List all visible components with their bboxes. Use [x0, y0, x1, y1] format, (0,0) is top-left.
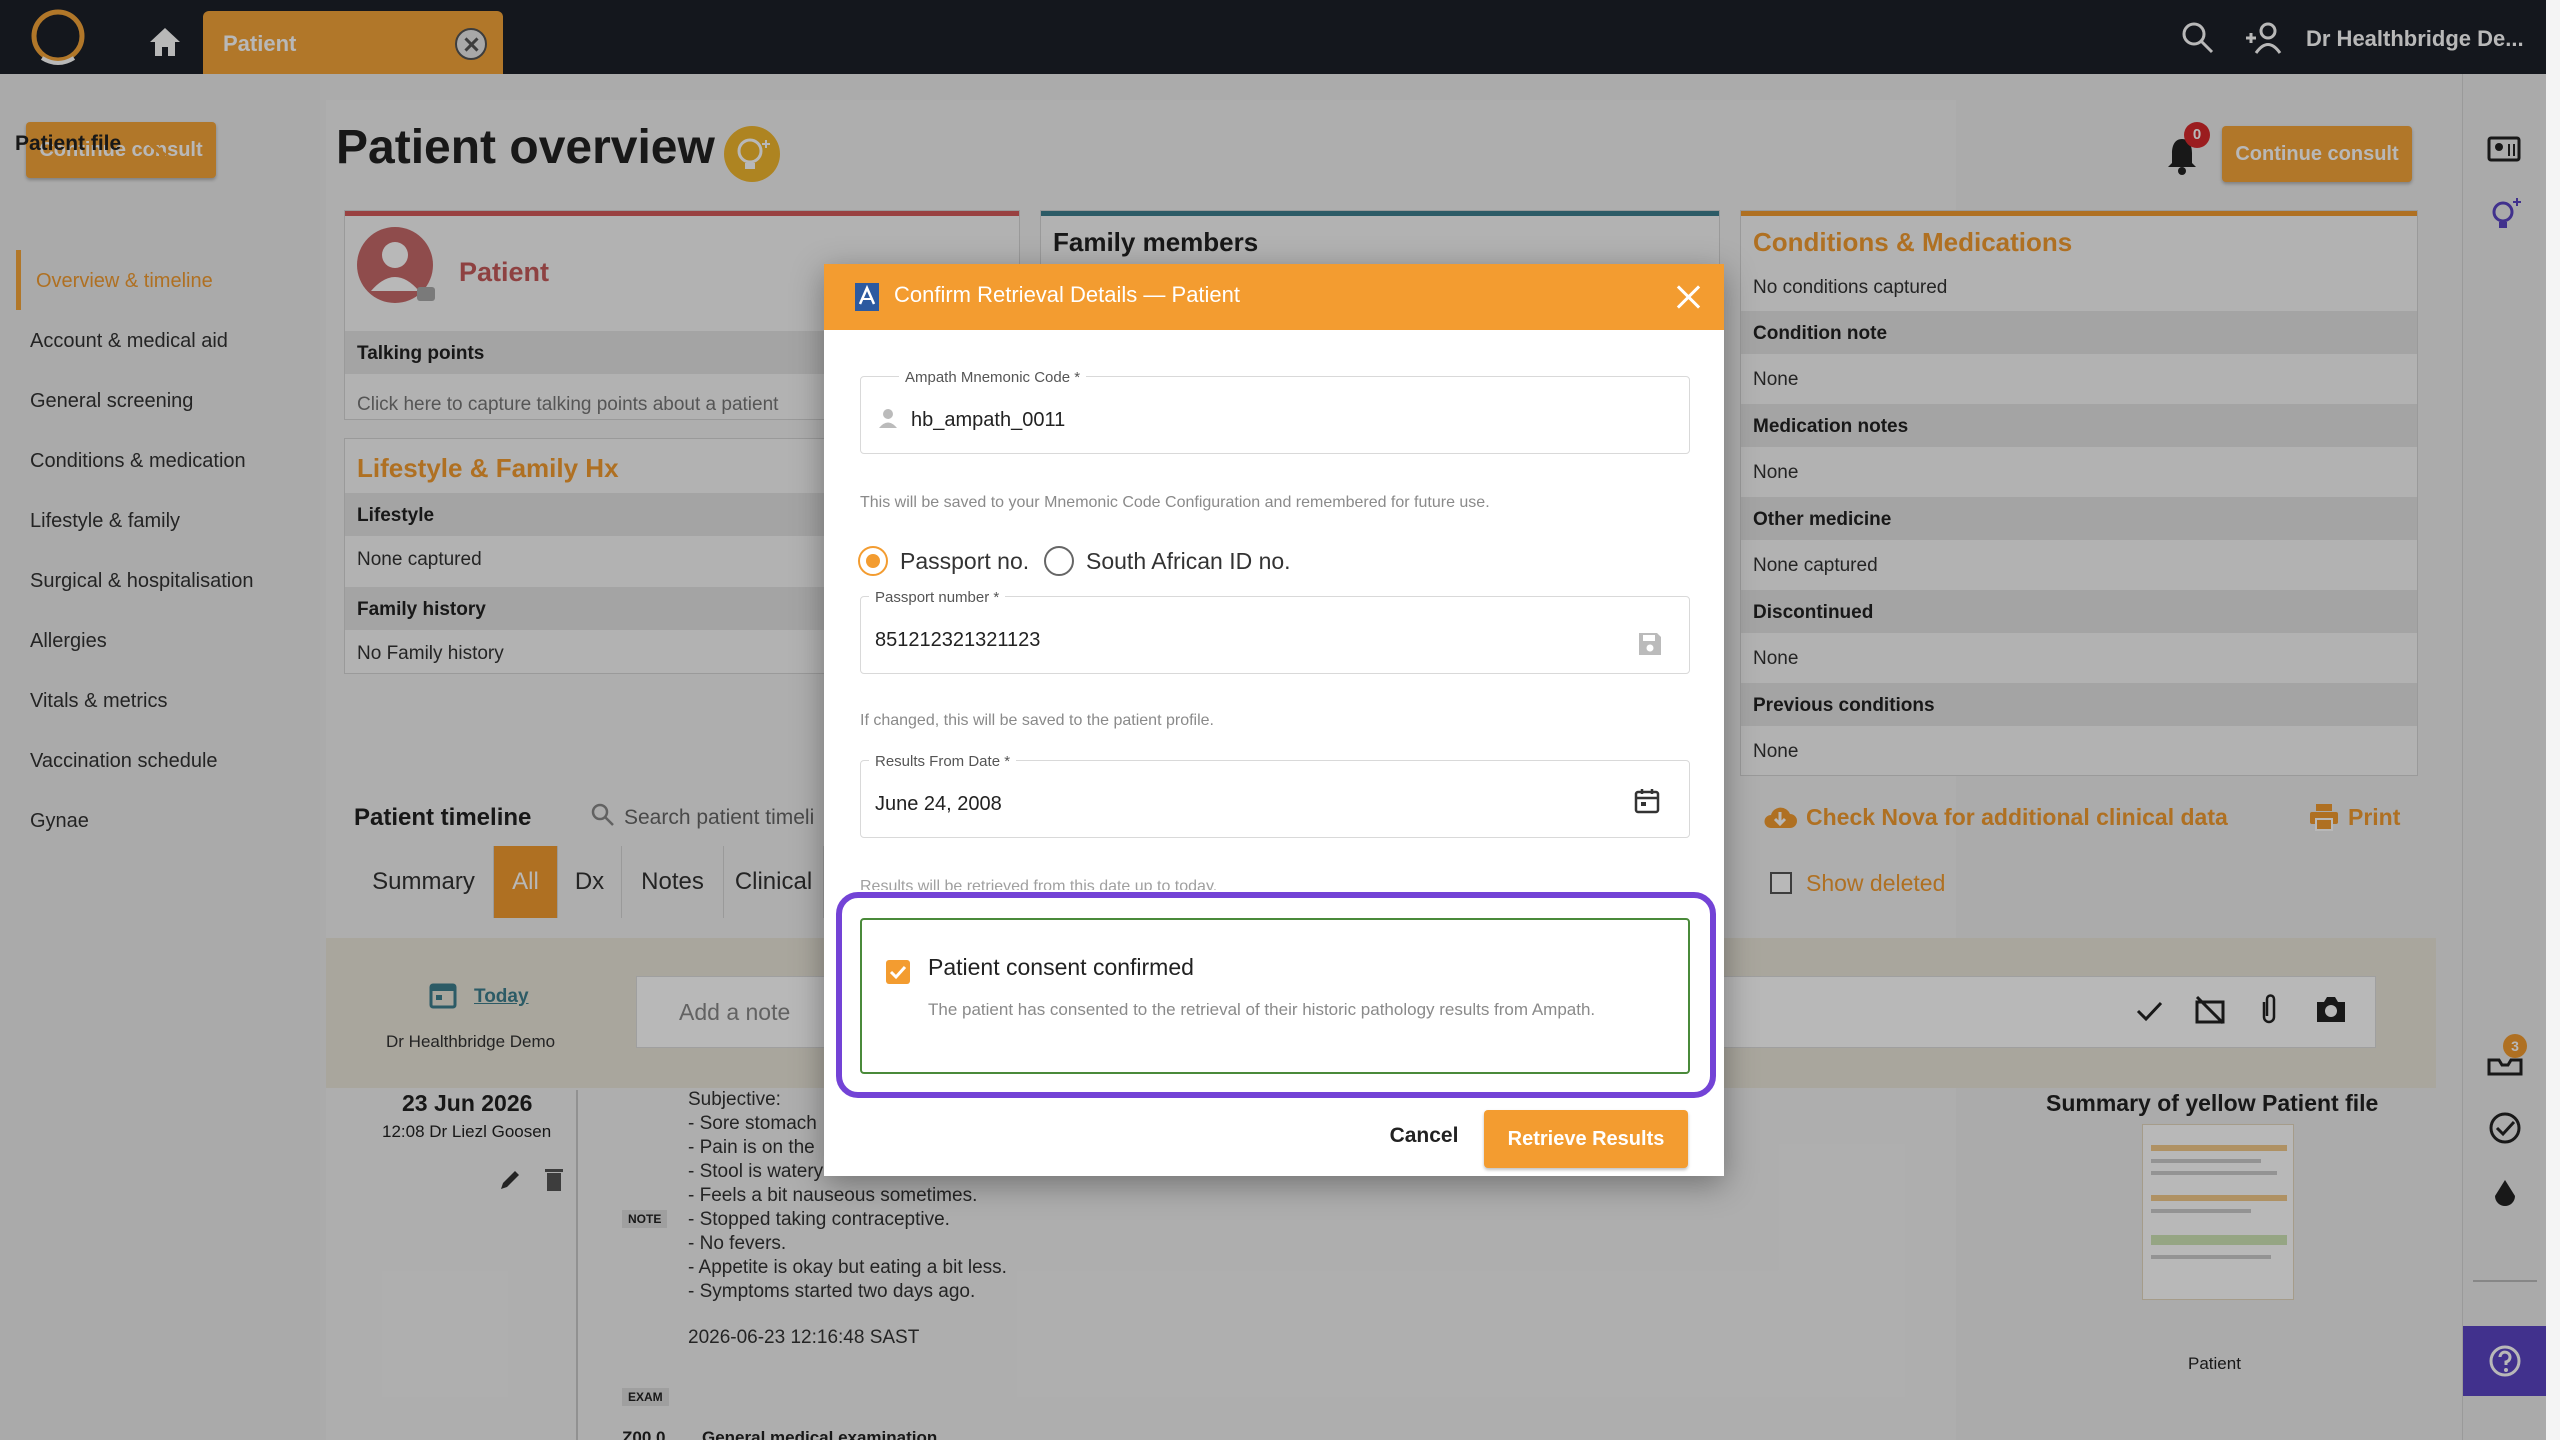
results-from-date-field[interactable]: Results From Date * June 24, 2008 [860, 753, 1690, 838]
sa-id-radio-label[interactable]: South African ID no. [1086, 548, 1291, 575]
results-from-date-label: Results From Date * [869, 753, 1017, 770]
date-help-text: Results will be retrieved from this date… [860, 878, 1218, 890]
results-from-date-value: June 24, 2008 [875, 793, 1002, 815]
mnemonic-code-label: Ampath Mnemonic Code * [899, 369, 1087, 386]
sa-id-radio[interactable] [1044, 546, 1074, 576]
mnemonic-code-value: hb_ampath_0011 [911, 409, 1066, 431]
passport-radio-label[interactable]: Passport no. [900, 548, 1029, 575]
ampath-logo-icon [855, 283, 879, 311]
consent-highlight [836, 892, 1716, 1098]
mnemonic-code-field[interactable]: Ampath Mnemonic Code * hb_ampath_0011 [860, 369, 1690, 454]
passport-number-field[interactable]: Passport number * 851212321321123 [860, 589, 1690, 674]
dialog-header: Confirm Retrieval Details — Patient [824, 264, 1724, 330]
page-scrollbar[interactable] [2546, 0, 2560, 1440]
calendar-icon[interactable] [1633, 787, 1661, 815]
passport-number-value: 851212321321123 [875, 629, 1041, 651]
passport-number-label: Passport number * [869, 589, 1006, 606]
mnemonic-help-text: This will be saved to your Mnemonic Code… [860, 494, 1490, 511]
cancel-button[interactable]: Cancel [1364, 1116, 1484, 1156]
retrieve-results-button[interactable]: Retrieve Results [1484, 1110, 1688, 1168]
passport-help-text: If changed, this will be saved to the pa… [860, 712, 1214, 729]
person-icon [879, 409, 897, 428]
dialog-title: Confirm Retrieval Details — Patient [894, 282, 1241, 307]
save-icon[interactable] [1637, 631, 1663, 657]
passport-radio[interactable] [858, 546, 888, 576]
close-icon[interactable] [1674, 282, 1704, 312]
